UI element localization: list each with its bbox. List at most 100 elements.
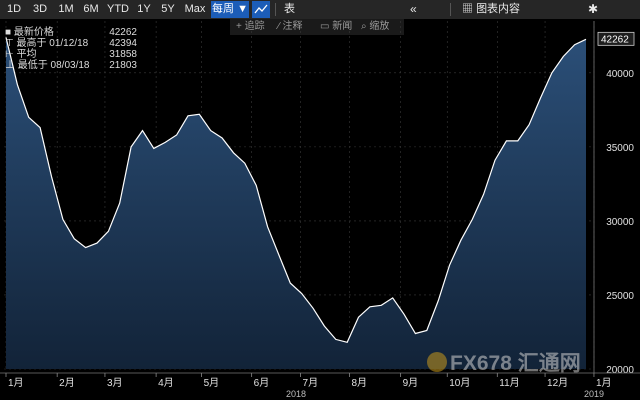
legend-label-average: ⊢ 平均 [5, 49, 37, 60]
price-point [368, 305, 371, 308]
x-tick-label: 5月 [204, 377, 220, 389]
price-point [141, 129, 144, 132]
price-point [482, 193, 485, 196]
price-point [334, 338, 337, 341]
price-point [107, 230, 110, 233]
price-point [255, 184, 258, 187]
table-view-button[interactable]: 表 [284, 0, 295, 19]
watermark-text: FX678 汇通网 [450, 352, 581, 375]
price-point [84, 246, 87, 249]
price-point [130, 145, 133, 148]
period-dropdown[interactable]: 每周 ▼ [211, 1, 249, 18]
chart-legend: ■ 最新价格 42262 ⊤ 最高于 01/12/18 42394 ⊢ 平均 3… [5, 27, 137, 71]
x-year-label: 2018 [286, 389, 306, 399]
legend-label-last: ■ 最新价格 [5, 27, 54, 38]
range-5y-button[interactable]: 5Y [158, 0, 178, 19]
legend-label-low-text: 最低于 08/03/18 [17, 60, 90, 71]
x-tick-label: 8月 [351, 377, 367, 389]
price-point [198, 113, 201, 116]
x-tick-label: 10月 [449, 377, 470, 389]
legend-label-average-text: 平均 [16, 49, 37, 60]
legend-label-high-text: 最高于 01/12/18 [16, 38, 89, 49]
x-tick-label: 6月 [254, 377, 270, 389]
range-1m-button[interactable]: 1M [55, 0, 77, 19]
price-point [209, 129, 212, 132]
range-1d-button[interactable]: 1D [4, 0, 24, 19]
price-point [164, 141, 167, 144]
price-point [585, 38, 588, 41]
watermark: FX678 汇通网 [427, 352, 581, 375]
legend-row-average: ⊢ 平均 31858 [5, 49, 137, 60]
price-point [346, 341, 349, 344]
x-tick-label: 12月 [547, 377, 568, 389]
range-1y-button[interactable]: 1Y [134, 0, 154, 19]
price-point [516, 139, 519, 142]
legend-label-low: ⊥ 最低于 08/03/18 [5, 60, 90, 71]
price-point [73, 237, 76, 240]
price-point [277, 253, 280, 256]
price-point [289, 282, 292, 285]
price-point [61, 218, 64, 221]
price-point [573, 43, 576, 46]
price-point [221, 136, 224, 139]
price-point [448, 264, 451, 267]
price-point [414, 332, 417, 335]
price-point [232, 151, 235, 154]
price-point [505, 139, 508, 142]
high-marker-icon: ⊤ [5, 38, 17, 49]
price-point [403, 313, 406, 316]
price-point [243, 162, 246, 165]
legend-row-low: ⊥ 最低于 08/03/18 21803 [5, 60, 137, 71]
average-marker-icon: ⊢ [5, 49, 17, 60]
price-point [16, 83, 19, 86]
price-point [437, 299, 440, 302]
last-value-label: 42262 [601, 34, 629, 45]
x-tick-label: 1月 [596, 377, 612, 389]
x-tick-label: 3月 [107, 377, 123, 389]
price-point [550, 71, 553, 74]
price-area [6, 37, 586, 370]
legend-value-average: 31858 [109, 49, 137, 60]
legend-value-last: 42262 [109, 27, 137, 38]
y-tick-label: 25000 [606, 291, 634, 302]
price-point [494, 159, 497, 162]
toolbar-divider [275, 3, 276, 16]
line-chart-icon[interactable] [252, 1, 270, 18]
x-tick-label: 2月 [59, 377, 75, 389]
y-axis: 20000 25000 30000 35000 40000 [593, 21, 634, 376]
price-point [186, 114, 189, 117]
last-value-tag: 42262 [597, 31, 635, 46]
price-point [471, 218, 474, 221]
price-point [175, 134, 178, 137]
toolbar-divider [450, 3, 451, 16]
y-tick-label: 35000 [606, 143, 634, 154]
price-point [425, 329, 428, 332]
price-point [266, 225, 269, 228]
price-point [152, 147, 155, 150]
x-axis: 1月 2月 3月 4月 5月 6月 7月 8月 9月 10月 11月 12月 1月 2018 2019 [0, 372, 640, 399]
range-ytd-button[interactable]: YTD [106, 0, 130, 19]
gear-icon[interactable]: ✱ [588, 0, 598, 19]
price-chart[interactable]: 20000 25000 30000 35000 40000 1月 2月 3月 4月 5月 6月 7月… [0, 19, 640, 400]
x-tick-label: 4月 [158, 377, 174, 389]
collapse-icon[interactable]: « [410, 0, 417, 19]
chart-content-button[interactable]: ▦ 图表内容 [462, 0, 520, 19]
chart-content-label: 图表内容 [476, 3, 521, 15]
legend-value-high: 42394 [109, 38, 137, 49]
price-point [118, 202, 121, 205]
price-point [27, 116, 30, 119]
range-max-button[interactable]: Max [182, 0, 208, 19]
price-point [380, 304, 383, 307]
price-point [459, 239, 462, 242]
price-point [528, 123, 531, 126]
price-point [312, 307, 315, 310]
chart-toolbar: 1D 3D 1M 6M YTD 1Y 5Y Max 每周 ▼ 表 « ▦ 图表内… [0, 0, 640, 19]
chart-content-icon: ▦ [462, 3, 477, 15]
price-point [323, 325, 326, 328]
range-6m-button[interactable]: 6M [80, 0, 102, 19]
range-3d-button[interactable]: 3D [29, 0, 51, 19]
low-marker-icon: ⊥ [5, 60, 18, 71]
x-tick-label: 9月 [403, 377, 419, 389]
x-tick-label: 7月 [303, 377, 319, 389]
price-point [391, 296, 394, 299]
